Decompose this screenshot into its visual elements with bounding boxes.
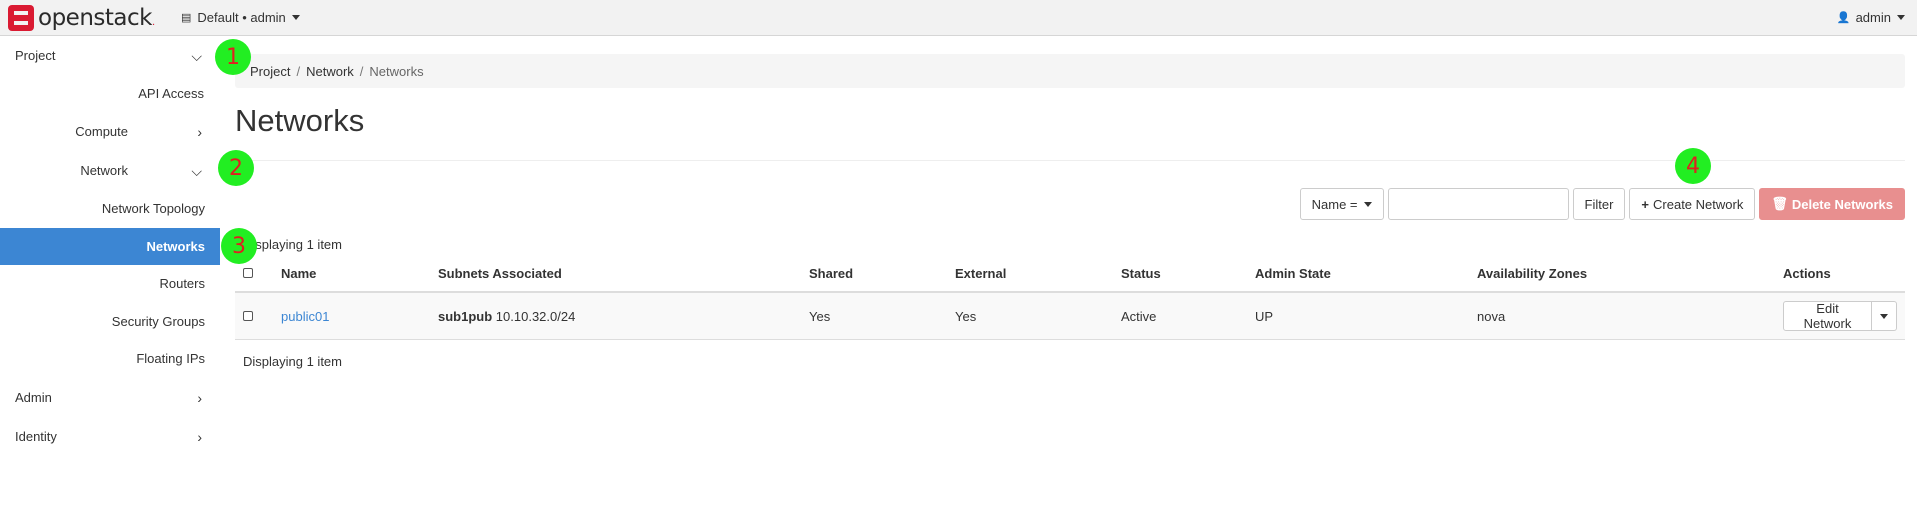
column-header-subnets[interactable]: Subnets Associated [430, 255, 801, 293]
delete-networks-button[interactable]: 🗑 Delete Networks [1759, 188, 1905, 220]
annotation-marker-3: 3 [221, 228, 257, 264]
external-cell: Yes [947, 292, 1113, 340]
sidebar-item-label: Security Groups [111, 314, 205, 329]
sidebar-item-label: Network Topology [101, 201, 205, 216]
breadcrumb-separator: / [359, 63, 364, 79]
breadcrumb-network[interactable]: Network [306, 64, 354, 79]
divider [235, 160, 1905, 161]
project-switcher-label: Default • admin [197, 10, 286, 25]
filter-field-dropdown[interactable]: Name = [1299, 188, 1384, 220]
column-header-status[interactable]: Status [1113, 255, 1247, 293]
sidebar-item-routers[interactable]: Routers [0, 265, 220, 302]
caret-down-icon [1897, 15, 1905, 20]
column-header-name[interactable]: Name [273, 255, 430, 293]
row-checkbox[interactable] [243, 310, 253, 321]
subnet-cidr: 10.10.32.0/24 [495, 308, 576, 324]
user-menu-label: admin [1855, 10, 1891, 25]
network-name-link[interactable]: public01 [281, 309, 329, 324]
filter-button[interactable]: Filter [1572, 188, 1626, 220]
sidebar-item-label: Floating IPs [136, 351, 205, 366]
plus-icon: + [1641, 196, 1650, 212]
chevron-right-icon: › [197, 390, 202, 406]
column-header-availability-zones[interactable]: Availability Zones [1469, 255, 1775, 293]
caret-down-icon [1363, 201, 1372, 207]
annotation-marker-4: 4 [1675, 148, 1711, 184]
select-all-checkbox[interactable] [243, 267, 253, 278]
chevron-right-icon: › [197, 124, 202, 140]
breadcrumb-networks: Networks [369, 63, 424, 79]
shared-cell: Yes [801, 292, 947, 340]
user-icon: 👤 [1836, 12, 1851, 24]
project-icon: ▤ [181, 12, 192, 24]
filter-field-label: Name = [1311, 196, 1358, 212]
sidebar-item-label: Project [15, 48, 56, 63]
column-header-shared[interactable]: Shared [801, 255, 947, 293]
sidebar-item-project[interactable]: Project ⌵ [0, 37, 220, 74]
sidebar-item-label: Networks [146, 239, 205, 254]
openstack-logo-icon [8, 5, 34, 31]
table-row: public01 sub1pub 10.10.32.0/24 Yes Yes A… [235, 292, 1905, 340]
annotation-marker-1: 1 [215, 39, 251, 75]
create-network-label: Create Network [1653, 196, 1744, 212]
availability-zones-cell: nova [1469, 292, 1775, 340]
chevron-down-icon: ⌵ [191, 48, 202, 64]
sidebar-item-network[interactable]: Network ⌵ [0, 152, 220, 189]
breadcrumb-separator: / [296, 63, 301, 79]
sidebar-item-label: Admin [15, 390, 52, 405]
edit-network-button[interactable]: Edit Network [1783, 301, 1872, 331]
user-menu[interactable]: 👤 admin [1837, 10, 1905, 25]
create-network-button[interactable]: + Create Network [1629, 188, 1756, 220]
subnet-name: sub1pub [438, 308, 493, 324]
status-cell: Active [1113, 292, 1247, 340]
actions-cell: Edit Network [1775, 292, 1905, 340]
networks-table: Name Subnets Associated Shared External … [235, 255, 1905, 340]
more-actions-button[interactable] [1872, 301, 1897, 331]
table-header-row: Name Subnets Associated Shared External … [235, 255, 1905, 293]
trash-icon: 🗑 [1771, 196, 1788, 211]
sidebar-item-compute[interactable]: Compute › [0, 113, 220, 150]
sidebar-item-security-groups[interactable]: Security Groups [0, 303, 220, 340]
chevron-right-icon: › [197, 429, 202, 445]
row-select-cell [235, 292, 273, 340]
column-header-external[interactable]: External [947, 255, 1113, 293]
page-title: Networks [235, 103, 365, 138]
sidebar-item-network-topology[interactable]: Network Topology [0, 190, 220, 227]
row-actions: Edit Network [1783, 301, 1897, 331]
caret-down-icon [291, 15, 300, 20]
item-count-footer: Displaying 1 item [243, 354, 342, 369]
openstack-logo[interactable]: openstack. [8, 5, 155, 31]
column-header-admin-state[interactable]: Admin State [1247, 255, 1469, 293]
sidebar-item-identity[interactable]: Identity › [0, 418, 220, 455]
subnets-cell: sub1pub 10.10.32.0/24 [430, 292, 801, 340]
sidebar-item-networks[interactable]: Networks [0, 228, 220, 265]
sidebar-item-admin[interactable]: Admin › [0, 379, 220, 416]
sidebar: Project ⌵ API Access Compute › Network ⌵… [0, 37, 220, 511]
annotation-marker-2: 2 [218, 150, 254, 186]
breadcrumb-project[interactable]: Project [250, 64, 290, 79]
sidebar-item-label: Network [80, 163, 128, 178]
sidebar-item-label: Routers [159, 276, 205, 291]
project-switcher[interactable]: ▤ Default • admin [181, 10, 300, 25]
caret-down-icon [1880, 313, 1888, 319]
column-header-actions: Actions [1775, 255, 1905, 293]
chevron-down-icon: ⌵ [191, 163, 202, 179]
sidebar-item-api-access[interactable]: API Access [0, 75, 220, 112]
sidebar-item-label: Identity [15, 429, 57, 444]
table-actions: Name = Filter + Create Network 🗑 Delete … [1296, 188, 1905, 220]
item-count: Displaying 1 item [243, 237, 342, 252]
top-navbar: openstack. ▤ Default • admin 👤 admin [0, 0, 1917, 36]
sidebar-item-floating-ips[interactable]: Floating IPs [0, 340, 220, 377]
sidebar-item-label: API Access [138, 86, 204, 101]
delete-networks-label: Delete Networks [1791, 196, 1893, 212]
logo-text: openstack. [38, 5, 155, 31]
admin-state-cell: UP [1247, 292, 1469, 340]
breadcrumb: Project / Network / Networks [235, 54, 1905, 88]
filter-input[interactable] [1387, 188, 1569, 220]
sidebar-item-label: Compute [75, 124, 128, 139]
network-name-cell: public01 [273, 292, 430, 340]
